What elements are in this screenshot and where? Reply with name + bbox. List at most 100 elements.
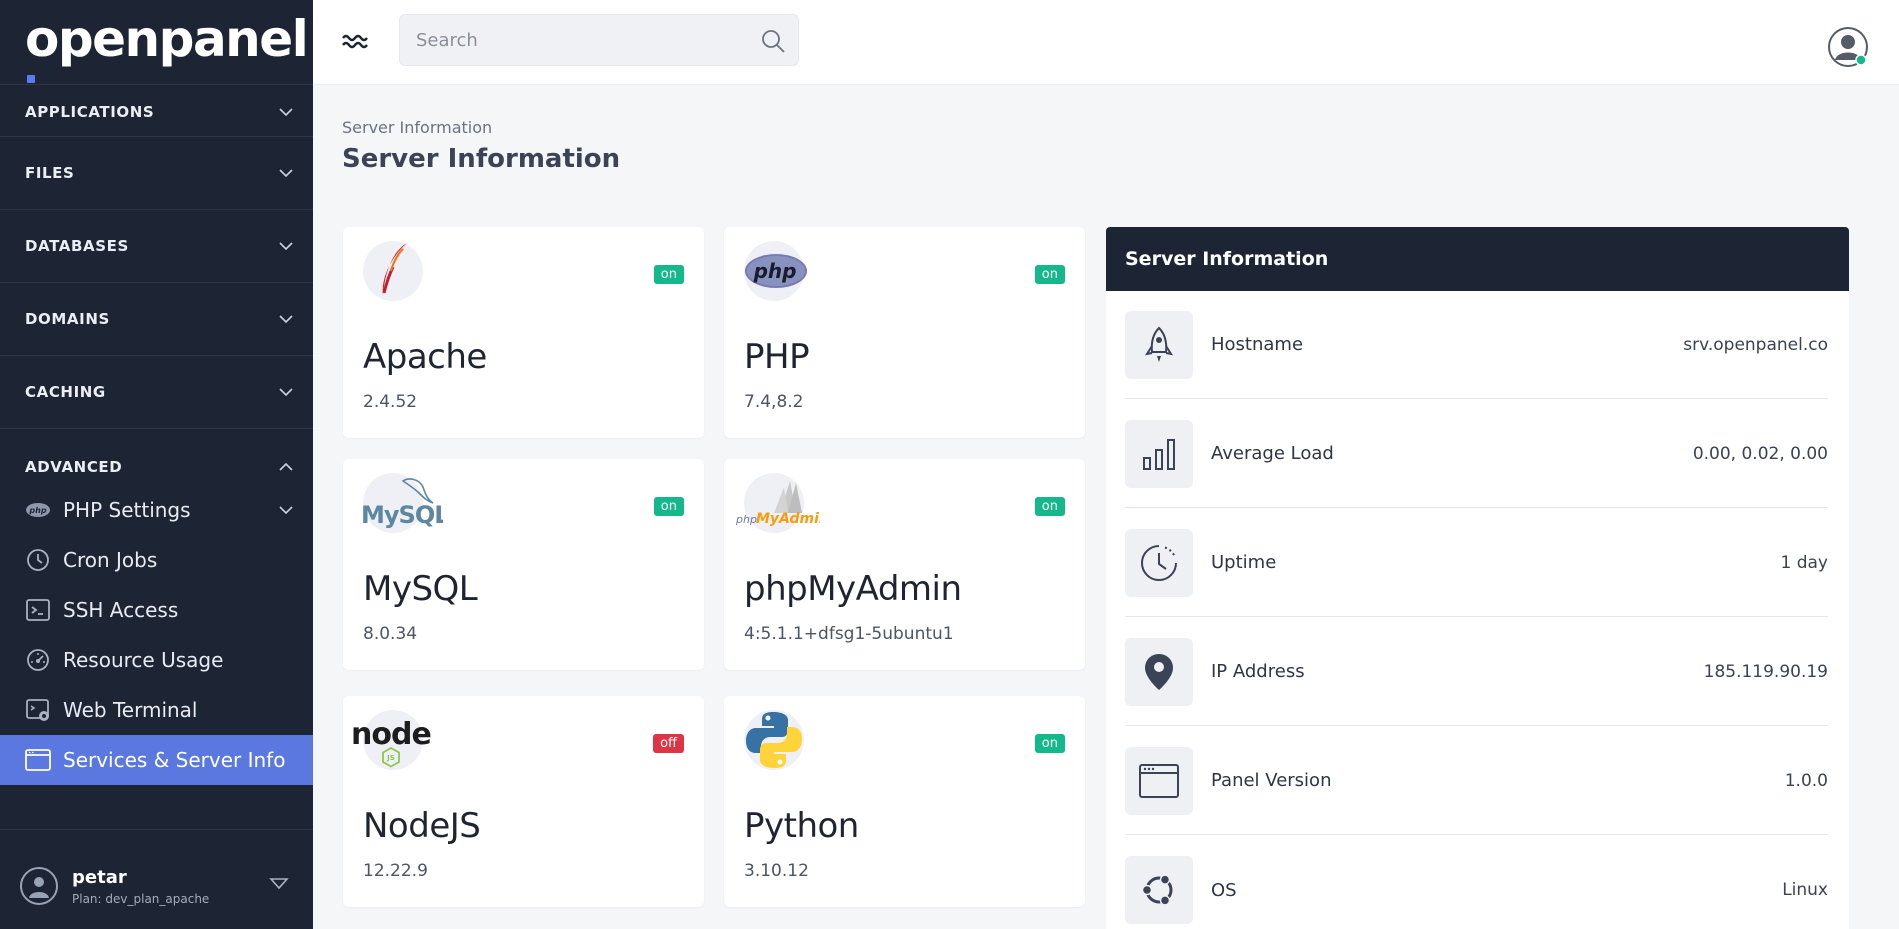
sidebar-item-web-terminal[interactable]: Web Terminal <box>0 685 313 735</box>
avatar <box>20 867 58 905</box>
sidebar-item-label: Resource Usage <box>63 648 224 672</box>
sidebar-item-label: Cron Jobs <box>63 548 158 572</box>
section-label: APPLICATIONS <box>25 102 155 121</box>
sidebar-item-label: Services & Server Info <box>63 748 286 772</box>
chevron-down-icon <box>279 242 293 251</box>
apache-logo-icon <box>363 241 423 301</box>
section-databases[interactable]: DATABASES <box>0 210 313 283</box>
service-version: 12.22.9 <box>363 861 428 881</box>
section-applications[interactable]: APPLICATIONS <box>0 87 313 137</box>
status-badge: on <box>653 497 684 516</box>
search-box <box>399 14 799 66</box>
sidebar-item-ssh-access[interactable]: SSH Access <box>0 585 313 635</box>
service-version: 7.4,8.2 <box>744 392 804 412</box>
chevron-down-icon <box>279 107 293 116</box>
brand-logo[interactable]: openpanel <box>0 0 313 85</box>
service-version: 3.10.12 <box>744 861 809 881</box>
info-value: 185.119.90.19 <box>1703 661 1828 682</box>
divider <box>0 829 313 830</box>
profile-avatar-icon[interactable] <box>1827 26 1869 68</box>
python-logo-icon <box>744 710 804 770</box>
logo-dot <box>27 75 35 83</box>
nodejs-logo-icon: node JS <box>351 710 432 770</box>
user-plan: Plan: dev_plan_apache <box>72 891 210 906</box>
gauge-icon <box>25 647 51 673</box>
info-value: 1 day <box>1780 552 1829 573</box>
info-row-hostname: Hostname srv.openpanel.co <box>1125 291 1828 399</box>
service-card-mysql: MySQL on MySQL 8.0.34 <box>343 459 704 670</box>
info-label: IP Address <box>1211 661 1305 682</box>
terminal-icon <box>25 597 51 623</box>
section-caching[interactable]: CACHING <box>0 356 313 429</box>
user-menu[interactable]: petar Plan: dev_plan_apache <box>0 843 313 929</box>
status-badge: on <box>1034 497 1065 516</box>
info-label: OS <box>1211 879 1237 901</box>
pma-logo-small: php <box>735 513 757 526</box>
section-files[interactable]: FILES <box>0 137 313 210</box>
service-name: phpMyAdmin <box>744 569 962 609</box>
info-value: srv.openpanel.co <box>1683 334 1828 355</box>
bar-chart-icon <box>1125 419 1193 488</box>
service-card-apache: on Apache 2.4.52 <box>343 227 704 438</box>
chevron-down-icon <box>279 169 293 178</box>
server-info-panel: Server Information Hostname srv.openpane… <box>1106 227 1849 929</box>
status-badge: on <box>1034 734 1065 753</box>
topbar <box>313 0 1899 85</box>
info-value: Linux <box>1782 880 1828 900</box>
pma-logo-big: MyAdmin <box>756 511 820 527</box>
php-icon: php <box>25 497 51 523</box>
logo-text: openpanel <box>25 10 309 68</box>
info-value: 1.0.0 <box>1784 770 1828 791</box>
info-label: Average Load <box>1211 443 1334 464</box>
status-badge: off <box>653 734 684 753</box>
info-row-os: OS Linux <box>1125 836 1828 929</box>
node-logo-text: node <box>351 717 431 752</box>
page-title: Server Information <box>342 144 621 174</box>
breadcrumb: Server Information <box>342 118 493 137</box>
clock-icon <box>25 547 51 573</box>
user-name: petar <box>72 866 127 888</box>
sidebar-item-php-settings[interactable]: php PHP Settings <box>0 485 313 535</box>
service-version: 2.4.52 <box>363 392 418 412</box>
service-name: MySQL <box>363 569 478 609</box>
sidebar-item-resource-usage[interactable]: Resource Usage <box>0 635 313 685</box>
sidebar-item-label: Web Terminal <box>63 698 198 722</box>
service-card-nodejs: node JS off NodeJS 12.22.9 <box>343 696 704 907</box>
chevron-up-icon <box>279 462 293 471</box>
panel-title: Server Information <box>1106 227 1849 291</box>
mysql-logo-icon: MySQL <box>361 473 450 533</box>
search-input[interactable] <box>400 15 798 65</box>
info-label: Panel Version <box>1211 770 1332 791</box>
section-domains[interactable]: DOMAINS <box>0 283 313 356</box>
service-version: 8.0.34 <box>363 624 418 644</box>
service-card-phpmyadmin: phpMyAdmin on phpMyAdmin 4:5.1.1+dfsg1-5… <box>724 459 1085 670</box>
search-icon[interactable] <box>760 28 786 54</box>
sidebar-item-services-server-info[interactable]: Services & Server Info <box>0 735 313 785</box>
service-version: 4:5.1.1+dfsg1-5ubuntu1 <box>744 624 954 644</box>
chevron-down-icon <box>279 315 293 324</box>
chevron-down-icon <box>279 388 293 397</box>
service-name: Python <box>744 806 859 846</box>
sidebar-item-label: SSH Access <box>63 598 179 622</box>
section-label: FILES <box>25 164 75 182</box>
info-row-uptime: Uptime 1 day <box>1125 509 1828 617</box>
section-label: ADVANCED <box>25 458 123 476</box>
caret-down-icon[interactable] <box>269 877 289 891</box>
info-label: Hostname <box>1211 334 1304 355</box>
service-card-php: php on PHP 7.4,8.2 <box>724 227 1085 438</box>
menu-toggle-icon[interactable] <box>341 30 369 52</box>
info-row-ip-address: IP Address 185.119.90.19 <box>1125 618 1828 726</box>
section-label: DOMAINS <box>25 310 110 328</box>
rocket-icon <box>1125 310 1193 379</box>
info-row-average-load: Average Load 0.00, 0.02, 0.00 <box>1125 400 1828 508</box>
chevron-down-icon <box>279 506 293 515</box>
js-logo-text: JS <box>386 754 395 762</box>
window-icon <box>25 747 51 773</box>
browser-window-icon <box>1125 746 1193 815</box>
php-logo-icon: php <box>744 241 807 301</box>
info-value: 0.00, 0.02, 0.00 <box>1692 443 1828 464</box>
service-card-python: on Python 3.10.12 <box>724 696 1085 907</box>
php-logo-text: php <box>753 259 797 283</box>
sidebar-item-cron-jobs[interactable]: Cron Jobs <box>0 535 313 585</box>
mysql-logo-text: MySQL <box>361 501 443 529</box>
